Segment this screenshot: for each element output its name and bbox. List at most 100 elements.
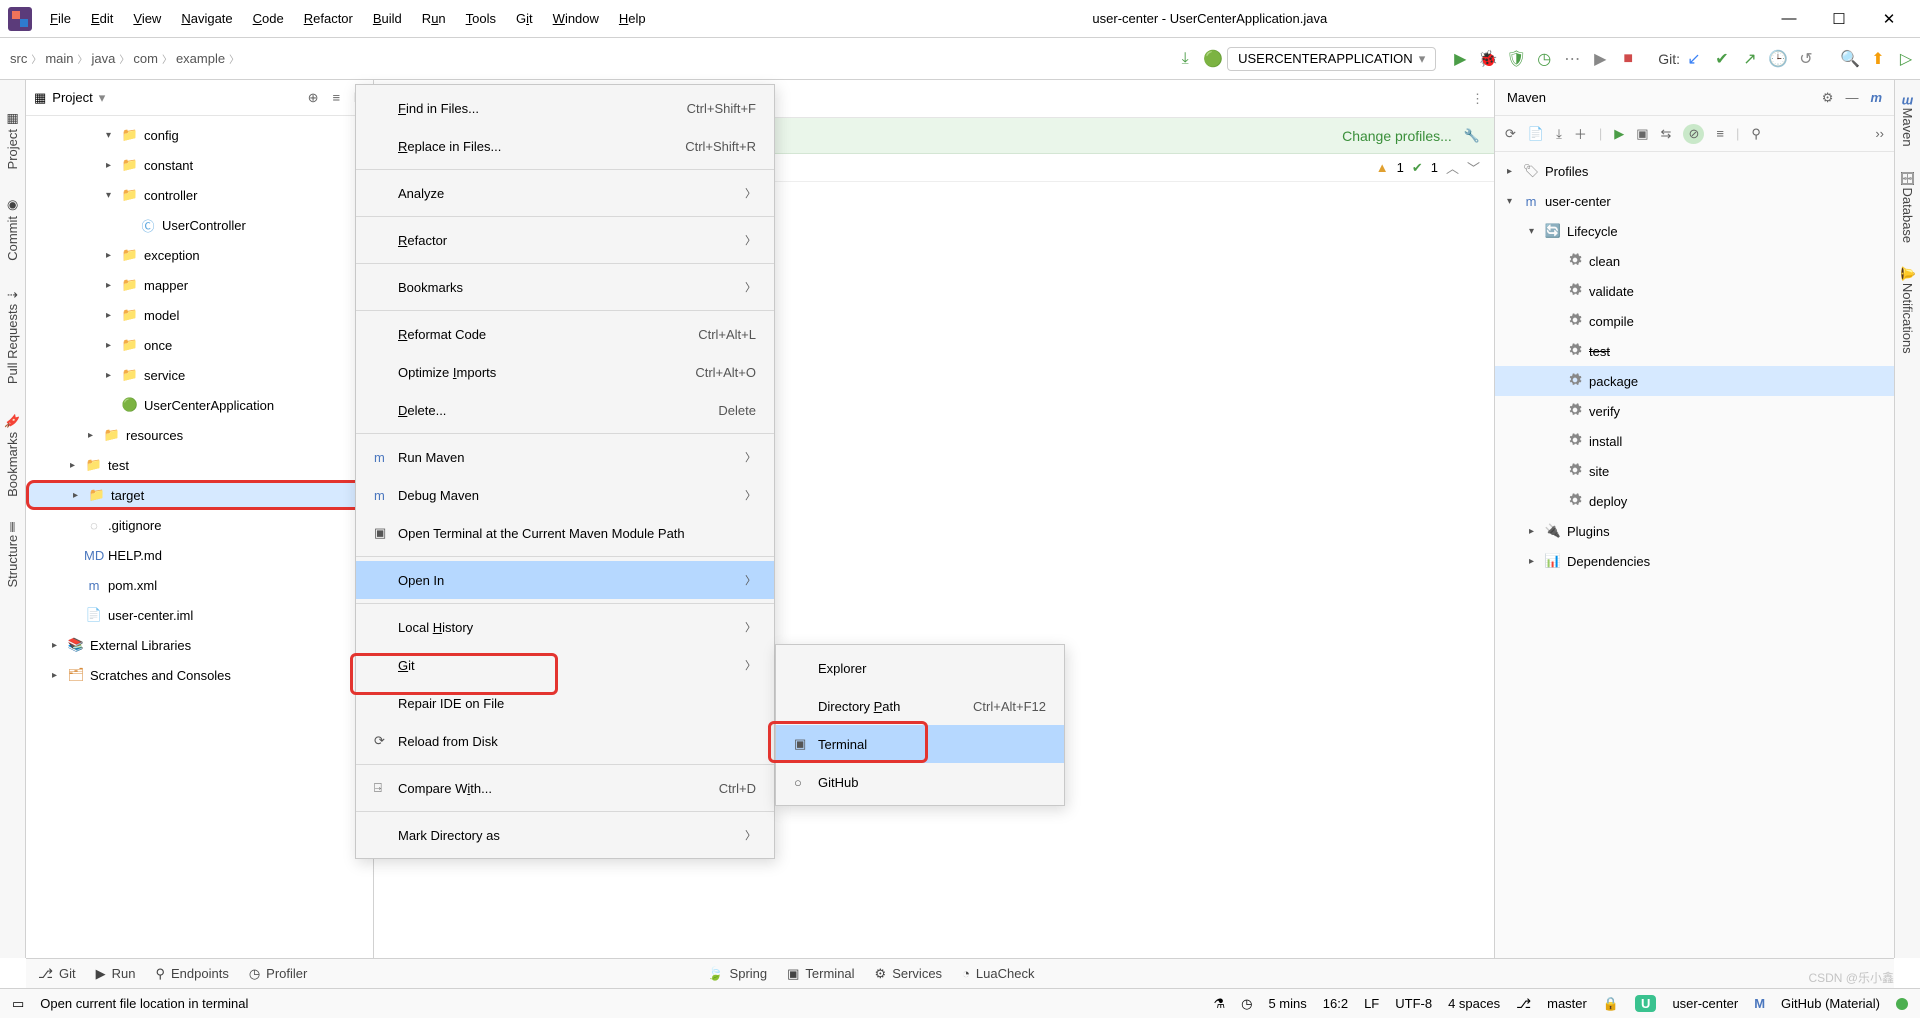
chevron-down-icon[interactable]: ▾	[99, 90, 106, 106]
git-commit-button[interactable]: ✔	[1708, 49, 1736, 69]
tree-row-usercontroller[interactable]: ⒸUserController	[26, 210, 373, 240]
toolwin-luacheck[interactable]: ◔LuaCheck	[962, 966, 1034, 981]
ctx-delete-[interactable]: Delete...Delete	[356, 391, 774, 429]
gear-icon[interactable]: ⚙	[1822, 90, 1834, 106]
menu-navigate[interactable]: Navigate	[173, 5, 240, 32]
toolwin-spring[interactable]: 🍃Spring	[707, 966, 767, 982]
tree-row-exception[interactable]: ▸📁exception	[26, 240, 373, 270]
stripe-notifications[interactable]: 🔔Notifications	[1900, 263, 1915, 354]
maven-validate[interactable]: validate	[1495, 276, 1894, 306]
breadcrumb[interactable]: src〉 main〉 java〉 com〉 example〉	[0, 51, 249, 66]
tree-row--gitignore[interactable]: ◌.gitignore	[26, 510, 373, 540]
add-icon[interactable]: ＋	[1574, 124, 1587, 143]
maven-deploy[interactable]: deploy	[1495, 486, 1894, 516]
submenu-github[interactable]: ○GitHub	[776, 763, 1064, 801]
menu-refactor[interactable]: Refactor	[296, 5, 361, 32]
coverage-button[interactable]: 🛡	[1502, 49, 1530, 69]
menu-window[interactable]: Window	[545, 5, 607, 32]
maven-profiles[interactable]: ▸🏷Profiles	[1495, 156, 1894, 186]
status-theme[interactable]: GitHub (Material)	[1781, 996, 1880, 1011]
maven-package[interactable]: package	[1495, 366, 1894, 396]
toolwin-terminal[interactable]: ▣Terminal	[787, 966, 854, 982]
menu-help[interactable]: Help	[611, 5, 654, 32]
run-button[interactable]: ▶	[1446, 49, 1474, 69]
crumb-item[interactable]: com	[133, 51, 158, 66]
ctx-mark-directory-as[interactable]: Mark Directory as〉	[356, 816, 774, 854]
expand-arrow-icon[interactable]: ▸	[106, 280, 120, 291]
maven-clean[interactable]: clean	[1495, 246, 1894, 276]
run-icon[interactable]: ▶	[1614, 126, 1624, 142]
collapse-icon[interactable]: ≡	[1716, 126, 1724, 141]
tree-row-constant[interactable]: ▸📁constant	[26, 150, 373, 180]
git-push-button[interactable]: ↗	[1736, 49, 1764, 69]
maven-lifecycle[interactable]: ▾🔄Lifecycle	[1495, 216, 1894, 246]
ide-update-button[interactable]: ⬆	[1864, 49, 1892, 69]
toggle-icon[interactable]: ⇆	[1661, 126, 1672, 142]
tree-row-once[interactable]: ▸📁once	[26, 330, 373, 360]
more-icon[interactable]: ››	[1875, 126, 1884, 141]
tree-row-service[interactable]: ▸📁service	[26, 360, 373, 390]
maven-verify[interactable]: verify	[1495, 396, 1894, 426]
tab-options-icon[interactable]: ⋮	[1471, 91, 1484, 107]
expand-arrow-icon[interactable]: ▸	[106, 250, 120, 261]
ctx-run-maven[interactable]: mRun Maven〉	[356, 438, 774, 476]
run-config-selector[interactable]: USERCENTERAPPLICATION ▾	[1227, 47, 1436, 71]
tree-row-pom-xml[interactable]: mpom.xml	[26, 570, 373, 600]
menu-code[interactable]: Code	[245, 5, 292, 32]
project-tree[interactable]: ▾📁config▸📁constant▾📁controllerⒸUserContr…	[26, 116, 373, 958]
tree-row-scratches-and-consoles[interactable]: ▸🗂Scratches and Consoles	[26, 660, 373, 690]
expand-arrow-icon[interactable]: ▾	[106, 130, 120, 141]
ctx-bookmarks[interactable]: Bookmarks〉	[356, 268, 774, 306]
attach-button[interactable]: ⋯	[1558, 49, 1586, 69]
status-dot-icon[interactable]	[1896, 998, 1908, 1010]
stripe-project[interactable]: Project▦	[5, 110, 20, 169]
maven-dependencies[interactable]: ▸📊Dependencies	[1495, 546, 1894, 576]
maven-test[interactable]: test	[1495, 336, 1894, 366]
ctx-debug-maven[interactable]: mDebug Maven〉	[356, 476, 774, 514]
ctx-open-terminal-at-the-current-maven-module-path[interactable]: ▣Open Terminal at the Current Maven Modu…	[356, 514, 774, 552]
window-maximize-button[interactable]: ☐	[1816, 10, 1862, 28]
expand-arrow-icon[interactable]: ▾	[1529, 226, 1543, 237]
tree-row-user-center-iml[interactable]: 📄user-center.iml	[26, 600, 373, 630]
ctx-compare-with-[interactable]: ⍈Compare With...Ctrl+D	[356, 769, 774, 807]
status-enc[interactable]: UTF-8	[1395, 996, 1432, 1011]
analyze-icon[interactable]: ⚲	[1751, 126, 1761, 142]
crumb-item[interactable]: java	[92, 51, 116, 66]
ctx-analyze[interactable]: Analyze〉	[356, 174, 774, 212]
toolwin-profiler[interactable]: ◷Profiler	[249, 966, 308, 982]
expand-arrow-icon[interactable]: ▸	[106, 160, 120, 171]
menu-view[interactable]: View	[125, 5, 169, 32]
expand-arrow-icon[interactable]: ▸	[1507, 166, 1521, 177]
expand-arrow-icon[interactable]: ▸	[106, 340, 120, 351]
up-icon[interactable]: ︿	[1446, 158, 1459, 177]
debug-button[interactable]: 🐞	[1474, 49, 1502, 69]
expand-arrow-icon[interactable]: ▸	[88, 430, 102, 441]
generate-icon[interactable]: 📄	[1528, 126, 1544, 142]
stripe-pull-requests[interactable]: Pull Requests⇢	[5, 289, 20, 384]
maven-install[interactable]: install	[1495, 426, 1894, 456]
expand-arrow-icon[interactable]: ▸	[106, 370, 120, 381]
ctx-refactor[interactable]: Refactor〉	[356, 221, 774, 259]
expand-arrow-icon[interactable]: ▸	[106, 310, 120, 321]
change-profiles-link[interactable]: Change profiles...	[1342, 128, 1452, 144]
expand-arrow-icon[interactable]: ▾	[106, 190, 120, 201]
expand-arrow-icon[interactable]: ▸	[1529, 526, 1543, 537]
expand-arrow-icon[interactable]: ▾	[1507, 196, 1521, 207]
menu-build[interactable]: Build	[365, 5, 410, 32]
ctx-reload-from-disk[interactable]: ⟳Reload from Disk	[356, 722, 774, 760]
tree-row-resources[interactable]: ▸📁resources	[26, 420, 373, 450]
minimize-icon[interactable]: —	[1845, 90, 1858, 106]
menu-edit[interactable]: Edit	[83, 5, 121, 32]
tree-row-mapper[interactable]: ▸📁mapper	[26, 270, 373, 300]
status-eol[interactable]: LF	[1364, 996, 1379, 1011]
maven-compile[interactable]: compile	[1495, 306, 1894, 336]
menu-file[interactable]: File	[42, 5, 79, 32]
maven-tree[interactable]: ▸🏷Profiles▾muser-center▾🔄Lifecyclecleanv…	[1495, 152, 1894, 958]
build-button[interactable]: ⤓	[1171, 50, 1199, 68]
ctx-open-in[interactable]: Open In〉	[356, 561, 774, 599]
lock-icon[interactable]: 🔒	[1603, 996, 1619, 1012]
stripe-database[interactable]: 🗄Database	[1900, 167, 1915, 243]
menu-git[interactable]: Git	[508, 5, 541, 32]
context-menu[interactable]: Find in Files...Ctrl+Shift+FReplace in F…	[355, 84, 775, 859]
status-branch[interactable]: master	[1547, 996, 1587, 1011]
